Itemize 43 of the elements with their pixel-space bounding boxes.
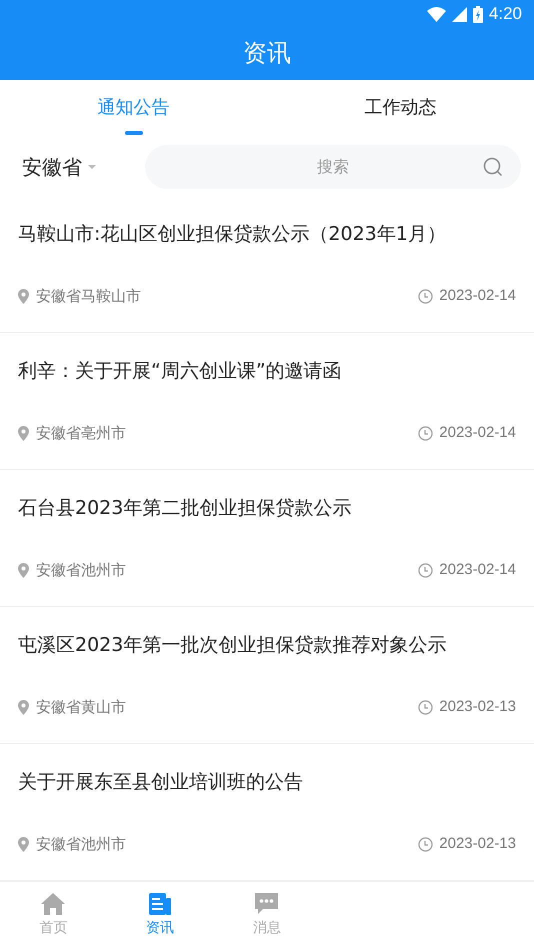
article-item[interactable]: 屯溪区2023年第一批次创业担保贷款推荐对象公示 安徽省黄山市 2023-02-13 bbox=[0, 607, 534, 744]
article-location: 安徽省池州市 bbox=[36, 834, 126, 855]
location-pin-icon bbox=[18, 288, 29, 304]
article-item[interactable]: 石台县2023年第二批创业担保贷款公示 安徽省池州市 2023-02-14 bbox=[0, 470, 534, 608]
clock-icon bbox=[418, 426, 434, 441]
chat-icon bbox=[255, 893, 278, 916]
location-pin-icon bbox=[18, 836, 29, 852]
clock-icon bbox=[418, 562, 434, 578]
article-item[interactable]: 马鞍山市:花山区创业担保贷款公示（2023年1月） 安徽省马鞍山市 2023-02-14 bbox=[0, 196, 534, 334]
article-title: 利辛：关于开展“周六创业课”的邀请函 bbox=[18, 359, 343, 384]
clock-icon bbox=[418, 836, 434, 852]
location-pin-icon bbox=[18, 562, 29, 578]
article-location: 安徽省池州市 bbox=[36, 560, 126, 581]
location-pin-icon bbox=[18, 426, 29, 441]
wifi-icon bbox=[426, 6, 446, 22]
article-title: 关于开展东至县创业培训班的公告 bbox=[18, 770, 304, 796]
article-date: 2023-02-13 bbox=[439, 834, 516, 854]
article-date: 2023-02-13 bbox=[439, 696, 516, 717]
document-icon bbox=[149, 893, 172, 916]
tab-indicator bbox=[124, 131, 142, 136]
signal-icon bbox=[452, 6, 467, 22]
clock-icon bbox=[418, 288, 434, 304]
clock-icon bbox=[418, 700, 434, 715]
battery-icon bbox=[472, 6, 483, 22]
home-icon bbox=[41, 893, 66, 916]
article-location: 安徽省黄山市 bbox=[36, 696, 126, 718]
page-title: 资讯 bbox=[243, 38, 291, 70]
article-title: 屯溪区2023年第一批次创业担保贷款推荐对象公示 bbox=[18, 633, 448, 658]
caret-icon bbox=[88, 164, 96, 169]
region-dropdown[interactable]: 安徽省 bbox=[22, 152, 135, 182]
article-date: 2023-02-14 bbox=[439, 560, 516, 580]
article-location: 安徽省亳州市 bbox=[36, 422, 126, 444]
location-pin-icon bbox=[18, 700, 29, 715]
tab[interactable]: 工作动态 bbox=[267, 80, 534, 138]
article-location: 安徽省马鞍山市 bbox=[36, 286, 141, 307]
search-field[interactable]: 搜索 bbox=[145, 144, 521, 189]
article-date: 2023-02-14 bbox=[439, 286, 516, 306]
article-title: 马鞍山市:花山区创业担保贷款公示（2023年1月） bbox=[18, 222, 447, 248]
search-icon[interactable] bbox=[483, 156, 503, 177]
status-time: 4:20 bbox=[488, 3, 522, 26]
article-item[interactable]: 利辛：关于开展“周六创业课”的邀请函 安徽省亳州市 2023-02-14 bbox=[0, 333, 534, 470]
article-title: 石台县2023年第二批创业担保贷款公示 bbox=[18, 496, 352, 522]
article-date: 2023-02-14 bbox=[439, 422, 516, 443]
